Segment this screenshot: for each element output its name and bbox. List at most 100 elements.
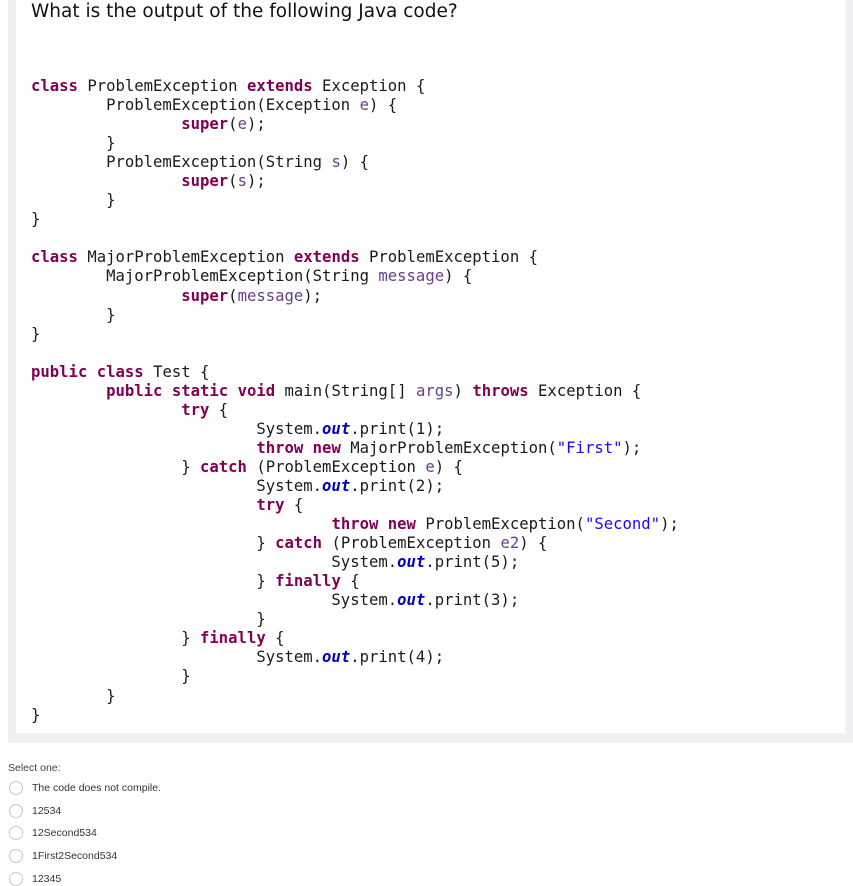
code-text: MajorProblemException	[77, 248, 294, 267]
code-line: } finally {	[31, 629, 284, 648]
code-keyword: catch	[275, 534, 323, 553]
code-text: (ProblemException	[246, 457, 426, 476]
code-keyword: new	[387, 515, 416, 534]
code-line: try {	[31, 401, 228, 419]
code-keyword: super	[181, 115, 229, 134]
code-text: System.	[31, 476, 323, 495]
code-line: System.out.print(4);	[31, 648, 444, 666]
code-text: ) {	[444, 267, 473, 286]
code-line: MajorProblemException(String message) {	[31, 267, 472, 285]
code-keyword: extends	[293, 248, 360, 267]
code-text: System.	[31, 419, 323, 438]
code-text: ProblemException(String	[31, 153, 332, 172]
code-line: System.out.print(5);	[31, 553, 519, 571]
code-line: }	[31, 305, 116, 324]
code-text: System.	[31, 553, 398, 572]
code-line: }	[31, 667, 191, 686]
code-text: }	[31, 305, 116, 324]
code-line: super(s);	[31, 172, 266, 190]
code-parameter: args	[415, 381, 454, 400]
answer-option[interactable]: 12Second534	[8, 822, 161, 845]
code-line: }	[31, 686, 116, 705]
code-keyword: throws	[472, 381, 529, 400]
code-line: super(e);	[31, 115, 266, 133]
code-text: System.	[31, 648, 323, 667]
code-text: main(String[]	[275, 381, 416, 400]
answer-option-label: 1First2Second534	[32, 850, 118, 863]
code-text: }	[31, 667, 191, 686]
answer-option-label: The code does not compile.	[32, 782, 161, 795]
code-keyword: class	[31, 248, 78, 267]
code-line: public static void main(String[] args) t…	[31, 382, 641, 400]
code-text: ) {	[340, 153, 369, 172]
code-text: );	[246, 115, 266, 134]
radio-button[interactable]	[9, 781, 23, 796]
code-text: {	[340, 572, 360, 591]
code-text: MajorProblemException(	[340, 438, 557, 457]
code-text: ) {	[519, 534, 548, 553]
radio-button[interactable]	[9, 826, 23, 841]
code-text: }	[31, 457, 200, 476]
code-text: );	[303, 286, 323, 305]
code-parameter: e	[359, 96, 369, 115]
code-field: out	[322, 648, 351, 667]
code-text: }	[31, 191, 116, 210]
code-line: System.out.print(3);	[31, 591, 519, 609]
code-line: } catch (ProblemException e2) {	[31, 534, 547, 552]
code-field: out	[397, 591, 426, 610]
select-one-label: Select one:	[8, 762, 61, 774]
code-text: (	[228, 172, 238, 191]
code-parameter: e2	[500, 534, 520, 553]
code-keyword: finally	[275, 572, 341, 591]
question-text: What is the output of the following Java…	[31, 1, 458, 22]
answer-option[interactable]: 1First2Second534	[8, 845, 161, 868]
code-block: class ProblemException extends Exception…	[31, 77, 679, 725]
code-text: }	[31, 210, 41, 229]
code-text: }	[31, 686, 116, 705]
code-field: out	[397, 553, 426, 572]
radio-button[interactable]	[9, 803, 23, 818]
answer-option[interactable]: 12534	[8, 800, 161, 823]
code-line: }	[31, 706, 40, 724]
code-keyword: try	[181, 400, 210, 419]
radio-button[interactable]	[9, 871, 23, 886]
code-text: (	[228, 115, 238, 134]
radio-button[interactable]	[9, 849, 23, 864]
code-text: MajorProblemException(String	[31, 267, 379, 286]
code-text: }	[31, 134, 116, 153]
code-line: } catch (ProblemException e) {	[31, 458, 463, 476]
code-text: ) {	[368, 96, 398, 115]
code-line: throw new ProblemException("Second");	[31, 515, 678, 534]
code-text: Exception {	[312, 77, 426, 95]
code-parameter: e	[425, 457, 435, 476]
code-line: class MajorProblemException extends Prob…	[31, 248, 538, 266]
code-keyword: public	[31, 362, 88, 381]
code-keyword: super	[181, 286, 229, 305]
code-keyword: try	[256, 496, 285, 515]
code-line: }	[31, 610, 265, 628]
code-text: {	[284, 496, 304, 515]
code-keyword: catch	[200, 457, 247, 476]
code-text: (ProblemException	[322, 534, 501, 553]
code-text: .print(1);	[350, 419, 445, 438]
code-text: }	[31, 629, 200, 648]
code-text: }	[31, 572, 276, 591]
code-text: ProblemException(Exception	[31, 96, 360, 115]
code-keyword: super	[181, 172, 229, 191]
code-keyword: static	[171, 381, 229, 400]
answer-option[interactable]: The code does not compile.	[8, 777, 161, 800]
answer-option[interactable]: 12345	[8, 867, 161, 886]
code-line: throw new MajorProblemException("First")…	[31, 439, 641, 457]
code-keyword: new	[312, 438, 341, 457]
code-line: } finally {	[31, 572, 360, 591]
code-line: class ProblemException extends Exception…	[31, 77, 425, 95]
code-field: out	[322, 419, 351, 438]
